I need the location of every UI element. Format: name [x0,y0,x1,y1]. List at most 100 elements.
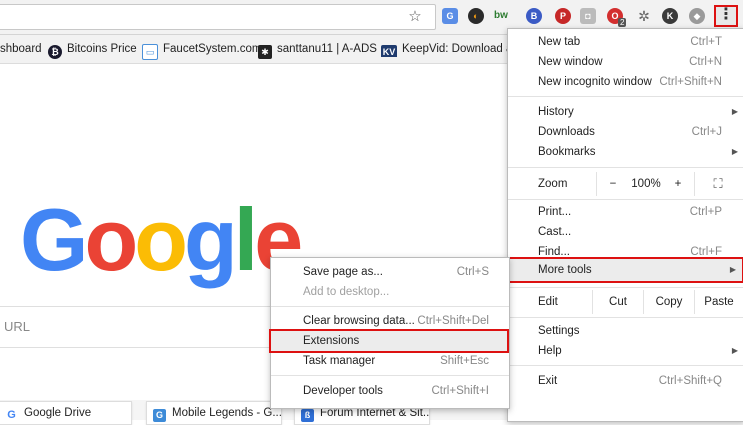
menu-downloads[interactable]: Downloads Ctrl+J [508,122,743,142]
forum-icon: ß [301,409,314,422]
submenu-add-to-desktop: Add to desktop... [271,282,509,302]
ads-icon: ✱ [258,45,272,59]
tile-google-drive[interactable]: G Google Drive [0,401,132,425]
zoom-in-button[interactable]: + [668,172,688,196]
submenu-separator [271,306,509,307]
zoom-label: Zoom [538,178,568,190]
bookmark-label: Bitcoins Price [67,43,137,55]
orange-swirl-extension-icon[interactable]: ◐ [468,8,484,24]
menu-label: Settings [538,325,580,337]
menu-separator [508,167,743,168]
menu-separator [508,199,743,200]
bookmark-a-ads[interactable]: ✱ santtanu11 | A-ADS [258,41,377,59]
submenu-arrow-icon: ▶ [731,346,738,355]
logo-letter: g [183,190,238,289]
bookmark-dashboard[interactable]: shboard [0,41,42,57]
bookmark-star-icon[interactable]: ☆ [407,9,423,25]
submenu-shortcut: Ctrl+Shift+Del [417,315,489,327]
logo-letter: o [134,190,188,289]
menu-label: History [538,106,574,118]
paste-button[interactable]: Paste [695,290,743,314]
menu-new-window[interactable]: New window Ctrl+N [508,52,743,72]
bookmark-label: KeepVid: Download a [402,43,507,55]
submenu-shortcut: Ctrl+Shift+I [431,385,489,397]
gear-extension-icon[interactable]: ✲ [636,8,652,24]
menu-separator [508,287,743,288]
logo-letter: o [84,190,138,289]
page-icon: ▭ [142,44,158,60]
submenu-task-manager[interactable]: Task manager Shift+Esc [271,351,509,371]
logo-letter: G [20,190,88,289]
zoom-out-button[interactable]: − [603,172,623,196]
translate-extension-icon[interactable]: G [442,8,458,24]
menu-zoom-row: Zoom − 100% + ⛶ [508,172,743,196]
camera-extension-icon[interactable]: ◘ [580,8,596,24]
submenu-shortcut: Shift+Esc [440,355,489,367]
g-tile-icon: G [153,409,166,422]
cut-button[interactable]: Cut [593,290,643,314]
submenu-label: Add to desktop... [303,286,390,298]
menu-shortcut: Ctrl+P [689,206,722,218]
grey-extension-icon[interactable]: ◆ [689,8,705,24]
chrome-main-menu: New tab Ctrl+T New window Ctrl+N New incog… [507,28,743,422]
tile-mobile-legends[interactable]: G Mobile Legends - G... [146,401,282,425]
red-p-extension-icon[interactable]: P [555,8,571,24]
menu-label: New tab [538,36,581,48]
copy-button[interactable]: Copy [644,290,694,314]
menu-shortcut: Ctrl+N [689,56,722,68]
menu-separator [508,96,743,97]
submenu-developer-tools[interactable]: Developer tools Ctrl+Shift+I [271,381,509,401]
menu-separator [508,365,743,366]
address-bar[interactable]: ☆ [0,4,436,30]
kv-icon: KV [381,45,397,57]
bw-extension-icon[interactable]: bw [493,8,509,24]
bookmark-keepvid[interactable]: KV KeepVid: Download a [381,41,507,57]
submenu-arrow-icon: ▶ [729,265,736,274]
bookmark-label: FaucetSystem.com [163,43,262,55]
bookmark-label: shboard [0,43,42,55]
tile-label: Mobile Legends - G... [172,407,282,419]
google-drive-icon: G [5,409,18,422]
menu-bookmarks[interactable]: Bookmarks ▶ [508,142,743,162]
blue-b-extension-icon[interactable]: B [526,8,542,24]
menu-shortcut: Ctrl+Shift+Q [658,375,722,387]
chrome-menu-button[interactable]: ⋮ [714,5,738,27]
menu-label: New incognito window [538,76,652,88]
google-logo: Google [20,190,303,290]
menu-exit[interactable]: Exit Ctrl+Shift+Q [508,371,743,391]
submenu-extensions[interactable]: Extensions [269,329,509,353]
menu-label: Exit [538,375,558,387]
more-tools-submenu: Save page as... Ctrl+S Add to desktop... … [269,257,510,409]
menu-edit-row: Edit Cut Copy Paste [508,290,743,314]
submenu-separator [271,375,509,376]
menu-separator [508,317,743,318]
menu-help[interactable]: Help ▶ [508,341,743,361]
submenu-label: Developer tools [303,385,383,397]
edit-label: Edit [538,296,558,308]
submenu-label: Extensions [303,335,360,347]
menu-settings[interactable]: Settings [508,321,743,341]
menu-print[interactable]: Print... Ctrl+P [508,202,743,222]
bitcoin-icon: ₿ [48,45,62,59]
menu-new-incognito-window[interactable]: New incognito window Ctrl+Shift+N [508,72,743,92]
menu-new-tab[interactable]: New tab Ctrl+T [508,32,743,52]
logo-letter: l [233,190,259,289]
menu-label: Bookmarks [538,146,596,158]
menu-shortcut: Ctrl+T [690,36,722,48]
menu-shortcut: Ctrl+Shift+N [659,76,722,88]
bookmark-label: santtanu11 | A-ADS [277,43,377,55]
fullscreen-icon[interactable]: ⛶ [706,172,730,196]
dark-k-extension-icon[interactable]: K [662,8,678,24]
menu-more-tools[interactable]: More tools ▶ [508,257,743,283]
search-placeholder: URL [4,319,31,334]
bookmark-bitcoins-price[interactable]: ₿ Bitcoins Price [48,41,137,59]
menu-history[interactable]: History ▶ [508,102,743,122]
menu-label: Cast... [538,226,572,238]
submenu-shortcut: Ctrl+S [456,266,489,278]
menu-cast[interactable]: Cast... [508,222,743,242]
submenu-label: Save page as... [303,266,383,278]
menu-label: Print... [538,206,572,218]
bookmark-faucetsystem[interactable]: ▭ FaucetSystem.com [142,41,262,60]
submenu-save-page[interactable]: Save page as... Ctrl+S [271,262,509,282]
submenu-clear-browsing-data[interactable]: Clear browsing data... Ctrl+Shift+Del [271,311,509,331]
